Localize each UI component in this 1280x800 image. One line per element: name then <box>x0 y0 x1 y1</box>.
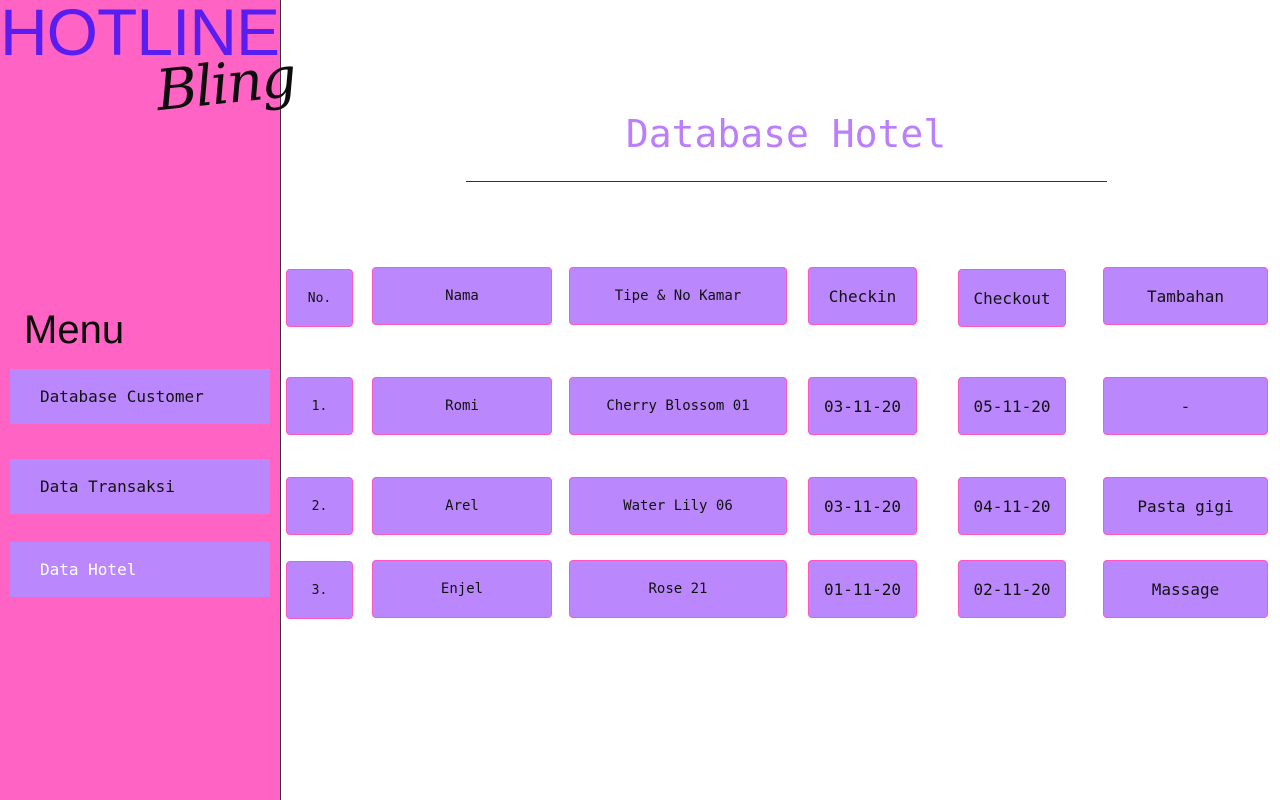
table-cell-no: 1. <box>286 377 353 435</box>
header-checkin: Checkin <box>808 267 917 325</box>
table-cell-nama: Arel <box>372 477 552 535</box>
table-cell-checkin: 03-11-20 <box>808 477 917 535</box>
table-cell-tambahan: Pasta gigi <box>1103 477 1268 535</box>
logo-script-text: Bling <box>152 44 298 125</box>
page-title: Database Hotel <box>625 112 947 156</box>
table-cell-checkout: 04-11-20 <box>958 477 1066 535</box>
table-cell-nama: Enjel <box>372 560 552 618</box>
table-cell-no: 3. <box>286 561 353 619</box>
table-cell-kamar: Cherry Blossom 01 <box>569 377 787 435</box>
table-cell-no: 2. <box>286 477 353 535</box>
table-cell-tambahan: Massage <box>1103 560 1268 618</box>
header-checkout: Checkout <box>958 269 1066 327</box>
table-cell-kamar: Water Lily 06 <box>569 477 787 535</box>
table-cell-kamar: Rose 21 <box>569 560 787 618</box>
nav-label: Data Transaksi <box>40 477 175 496</box>
title-divider <box>466 181 1107 182</box>
nav-database-customer-button[interactable]: Database Customer <box>10 369 270 424</box>
nav-label: Data Hotel <box>40 560 137 579</box>
nav-data-transaksi-button[interactable]: Data Transaksi <box>10 459 270 514</box>
nav-label: Database Customer <box>40 387 204 406</box>
header-no: No. <box>286 269 353 327</box>
table-cell-tambahan: - <box>1103 377 1268 435</box>
table-cell-checkin: 01-11-20 <box>808 560 917 618</box>
header-nama: Nama <box>372 267 552 325</box>
sidebar: HOTLINE Bling Menu Database Customer Dat… <box>0 0 298 800</box>
table-cell-nama: Romi <box>372 377 552 435</box>
nav-data-hotel-button[interactable]: Data Hotel <box>10 542 270 597</box>
header-tipe-kamar: Tipe & No Kamar <box>569 267 787 325</box>
table-cell-checkin: 03-11-20 <box>808 377 917 435</box>
table-cell-checkout: 02-11-20 <box>958 560 1066 618</box>
header-tambahan: Tambahan <box>1103 267 1268 325</box>
table-cell-checkout: 05-11-20 <box>958 377 1066 435</box>
menu-title: Menu <box>24 308 125 352</box>
